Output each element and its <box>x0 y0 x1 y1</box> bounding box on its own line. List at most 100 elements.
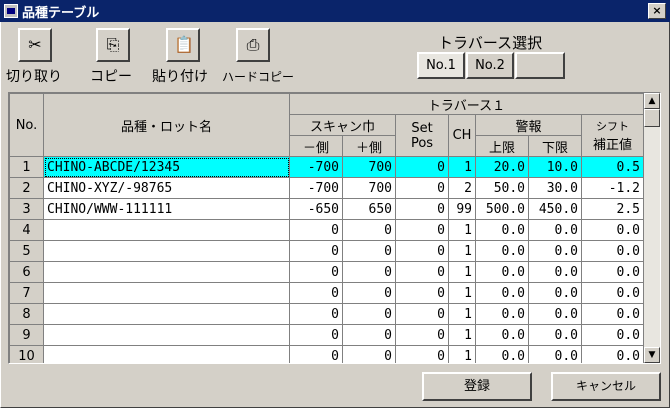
cell-ch[interactable]: 1 <box>448 345 476 363</box>
table-row[interactable]: 3 CHINO/WWW-111111 -650 650 0 99 500.0 450.0 2.5 <box>9 198 644 220</box>
cell-shift[interactable]: 0.0 <box>581 282 644 304</box>
cell-minus[interactable]: 0 <box>289 324 343 346</box>
col-header-shift[interactable]: シフト 補正値 <box>581 114 644 157</box>
cell-minus[interactable]: 0 <box>289 303 343 325</box>
cell-minus[interactable]: 0 <box>289 345 343 363</box>
cell-plus[interactable]: 0 <box>342 219 396 241</box>
window-icon[interactable] <box>4 4 18 18</box>
cell-plus[interactable]: 0 <box>342 240 396 262</box>
cell-name[interactable] <box>43 324 290 346</box>
cell-upper[interactable]: 500.0 <box>475 198 529 220</box>
cancel-button[interactable]: キャンセル <box>551 372 661 401</box>
cell-plus[interactable]: 0 <box>342 282 396 304</box>
cell-shift[interactable]: 2.5 <box>581 198 644 220</box>
cell-plus[interactable]: 650 <box>342 198 396 220</box>
cell-upper[interactable]: 0.0 <box>475 324 529 346</box>
col-header-upper[interactable]: 上限 <box>475 135 529 157</box>
cell-minus[interactable]: -700 <box>289 177 343 199</box>
paste-button[interactable]: 📋 <box>166 28 200 62</box>
col-header-ch[interactable]: CH <box>448 114 476 157</box>
tab-no2[interactable]: No.2 <box>466 52 514 79</box>
cell-name[interactable] <box>43 282 290 304</box>
hardcopy-button[interactable]: ⎙ <box>236 28 270 62</box>
table-row[interactable]: 5 0 0 0 1 0.0 0.0 0.0 <box>9 240 644 262</box>
table-row[interactable]: 9 0 0 0 1 0.0 0.0 0.0 <box>9 324 644 346</box>
cell-shift[interactable]: 0.0 <box>581 345 644 363</box>
cell-minus[interactable]: -700 <box>289 156 343 178</box>
scroll-up-button[interactable]: ▲ <box>644 93 660 109</box>
table-row[interactable]: 8 0 0 0 1 0.0 0.0 0.0 <box>9 303 644 325</box>
cell-upper[interactable]: 0.0 <box>475 261 529 283</box>
cell-shift[interactable]: 0.0 <box>581 240 644 262</box>
cell-lower[interactable]: 0.0 <box>528 324 582 346</box>
cut-button[interactable]: ✂ <box>18 28 52 62</box>
cell-minus[interactable]: 0 <box>289 261 343 283</box>
cell-set-pos[interactable]: 0 <box>395 282 449 304</box>
table-row[interactable]: 4 0 0 0 1 0.0 0.0 0.0 <box>9 219 644 241</box>
table-row[interactable]: 7 0 0 0 1 0.0 0.0 0.0 <box>9 282 644 304</box>
cell-name[interactable] <box>43 345 290 363</box>
cell-lower[interactable]: 0.0 <box>528 261 582 283</box>
cell-shift[interactable]: 0.0 <box>581 303 644 325</box>
register-button[interactable]: 登録 <box>422 372 532 401</box>
cell-ch[interactable]: 1 <box>448 240 476 262</box>
cell-upper[interactable]: 0.0 <box>475 282 529 304</box>
cell-ch[interactable]: 1 <box>448 282 476 304</box>
cell-lower[interactable]: 0.0 <box>528 303 582 325</box>
cell-name[interactable]: CHINO-ABCDE/12345 <box>43 156 290 178</box>
cell-upper[interactable]: 20.0 <box>475 156 529 178</box>
col-header-no[interactable]: No. <box>9 93 44 157</box>
tab-no1[interactable]: No.1 <box>417 52 465 79</box>
table-row[interactable]: 10 0 0 0 1 0.0 0.0 0.0 <box>9 345 644 363</box>
cell-upper[interactable]: 50.0 <box>475 177 529 199</box>
table-row[interactable]: 6 0 0 0 1 0.0 0.0 0.0 <box>9 261 644 283</box>
cell-lower[interactable]: 30.0 <box>528 177 582 199</box>
copy-button[interactable]: ⎘ <box>96 28 130 62</box>
cell-plus[interactable]: 0 <box>342 345 396 363</box>
cell-shift[interactable]: 0.0 <box>581 219 644 241</box>
vertical-scrollbar[interactable]: ▲ ▼ <box>644 93 660 363</box>
cell-lower[interactable]: 450.0 <box>528 198 582 220</box>
cell-lower[interactable]: 0.0 <box>528 345 582 363</box>
cell-lower[interactable]: 0.0 <box>528 240 582 262</box>
cell-name[interactable]: CHINO-XYZ/-98765 <box>43 177 290 199</box>
cell-shift[interactable]: 0.0 <box>581 324 644 346</box>
cell-set-pos[interactable]: 0 <box>395 261 449 283</box>
cell-name[interactable] <box>43 240 290 262</box>
cell-shift[interactable]: -1.2 <box>581 177 644 199</box>
cell-set-pos[interactable]: 0 <box>395 177 449 199</box>
col-header-plus[interactable]: ＋側 <box>342 135 396 157</box>
scroll-down-button[interactable]: ▼ <box>644 347 660 363</box>
col-header-name[interactable]: 品種・ロット名 <box>43 93 290 157</box>
cell-plus[interactable]: 700 <box>342 156 396 178</box>
cell-upper[interactable]: 0.0 <box>475 240 529 262</box>
cell-shift[interactable]: 0.5 <box>581 156 644 178</box>
cell-ch[interactable]: 1 <box>448 156 476 178</box>
cell-plus[interactable]: 0 <box>342 303 396 325</box>
cell-upper[interactable]: 0.0 <box>475 303 529 325</box>
cell-lower[interactable]: 0.0 <box>528 282 582 304</box>
cell-ch[interactable]: 2 <box>448 177 476 199</box>
cell-lower[interactable]: 0.0 <box>528 219 582 241</box>
cell-lower[interactable]: 10.0 <box>528 156 582 178</box>
cell-set-pos[interactable]: 0 <box>395 198 449 220</box>
cell-upper[interactable]: 0.0 <box>475 219 529 241</box>
cell-plus[interactable]: 0 <box>342 261 396 283</box>
cell-name[interactable] <box>43 219 290 241</box>
cell-shift[interactable]: 0.0 <box>581 261 644 283</box>
cell-plus[interactable]: 700 <box>342 177 396 199</box>
cell-name[interactable] <box>43 303 290 325</box>
cell-set-pos[interactable]: 0 <box>395 156 449 178</box>
cell-set-pos[interactable]: 0 <box>395 219 449 241</box>
col-header-minus[interactable]: －側 <box>289 135 343 157</box>
cell-name[interactable] <box>43 261 290 283</box>
cell-name[interactable]: CHINO/WWW-111111 <box>43 198 290 220</box>
table-row[interactable]: 2 CHINO-XYZ/-98765 -700 700 0 2 50.0 30.0 -1.2 <box>9 177 644 199</box>
cell-ch[interactable]: 1 <box>448 219 476 241</box>
cell-upper[interactable]: 0.0 <box>475 345 529 363</box>
cell-minus[interactable]: 0 <box>289 219 343 241</box>
cell-minus[interactable]: -650 <box>289 198 343 220</box>
cell-ch[interactable]: 1 <box>448 261 476 283</box>
cell-set-pos[interactable]: 0 <box>395 324 449 346</box>
cell-plus[interactable]: 0 <box>342 324 396 346</box>
